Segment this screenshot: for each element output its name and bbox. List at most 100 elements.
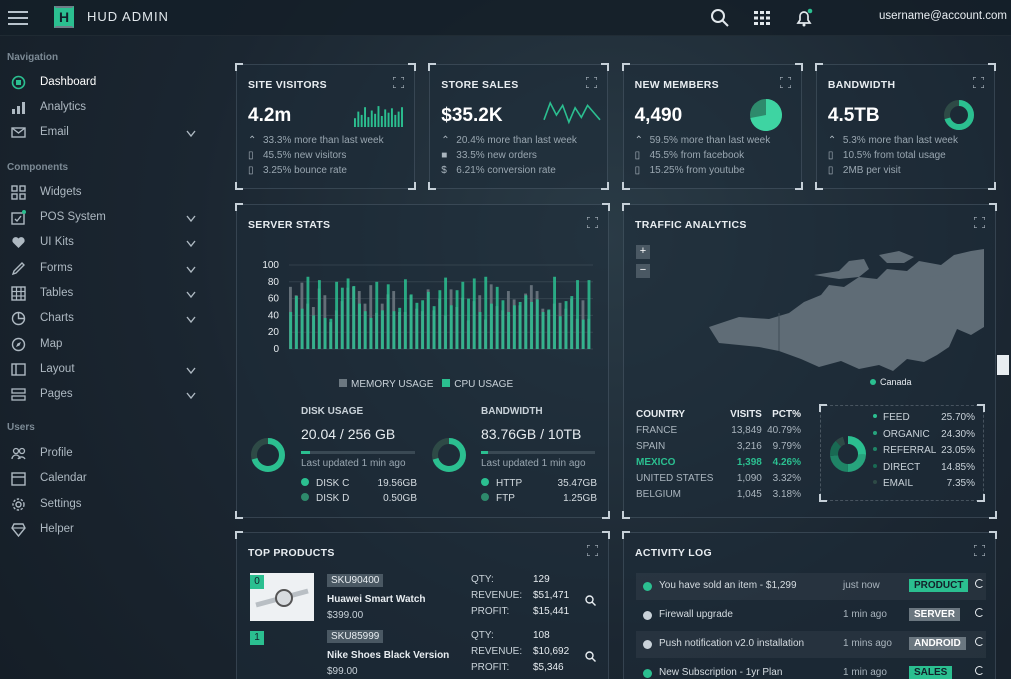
stat-detail: ⌃ 20.4% more than last week — [441, 135, 577, 146]
top-navbar: H HUD ADMIN username@account.com — [0, 0, 1011, 36]
usage-row: FTP 1.25GB — [481, 493, 597, 508]
zoom-out-button[interactable]: − — [636, 264, 650, 278]
cpu-bar — [535, 299, 539, 349]
cpu-bar — [587, 280, 591, 349]
sidebar-item-layout[interactable]: Layout — [0, 359, 215, 381]
expand-icon[interactable] — [974, 545, 985, 556]
usage-value: 0.50GB — [383, 493, 417, 504]
cpu-bar — [358, 303, 361, 349]
activity-row[interactable]: You have sold an item - $1,299 just now PR… — [636, 573, 986, 600]
sidebar-item-profile[interactable]: Profile — [0, 443, 215, 465]
dot-icon — [873, 463, 877, 468]
cpu-bar — [375, 281, 379, 349]
mini-bar — [364, 107, 366, 127]
apps-grid-icon[interactable] — [752, 8, 772, 28]
cpu-bar — [398, 307, 402, 349]
more-icon[interactable] — [975, 608, 984, 617]
expand-icon[interactable] — [779, 77, 791, 88]
user-account[interactable]: username@account.com — [879, 10, 1007, 22]
sidebar-item-forms[interactable]: Forms — [0, 258, 215, 280]
sidebar-item-dashboard[interactable]: Dashboard — [0, 72, 215, 94]
search-icon[interactable] — [710, 8, 730, 28]
cpu-bar — [295, 296, 298, 349]
envelope-icon — [11, 127, 26, 138]
product-name[interactable]: Huawei Smart Watch — [327, 594, 426, 605]
more-icon[interactable] — [975, 637, 984, 646]
sidebar-item-settings[interactable]: Settings — [0, 494, 215, 516]
search-icon[interactable] — [585, 595, 596, 606]
table-row[interactable]: UNITED STATES 1,090 3.32% — [636, 470, 801, 486]
cpu-bar — [530, 301, 534, 349]
dot-icon — [481, 478, 489, 486]
stat-detail-text: 15.25% from youtube — [649, 165, 745, 176]
cpu-bar — [426, 291, 430, 349]
sidebar: Navigation Dashboard Analytics Email Compone… — [0, 36, 215, 679]
cpu-bar — [432, 306, 436, 349]
sidebar-item-ui-kits[interactable]: UI Kits — [0, 232, 215, 254]
usage-value: 19.56GB — [377, 478, 417, 489]
sidebar-item-widgets[interactable]: Widgets — [0, 182, 215, 204]
disk-usage-progress — [301, 451, 415, 454]
side-panel-tab[interactable] — [997, 355, 1009, 375]
expand-icon[interactable] — [587, 217, 598, 228]
source-pct: 7.35% — [946, 478, 975, 489]
activity-text: New Subscription - 1yr Plan — [659, 667, 783, 678]
expand-icon[interactable] — [586, 77, 598, 88]
sidebar-item-label: Dashboard — [40, 76, 97, 88]
sidebar-item-charts[interactable]: Charts — [0, 308, 215, 330]
sidebar-item-pages[interactable]: Pages — [0, 384, 215, 406]
product-row[interactable]: 0 SKU90400 Huawei Smart Watch $399.00 QTY: 12… — [237, 573, 610, 629]
cpu-bar — [381, 310, 384, 349]
dot-icon — [873, 430, 877, 435]
table-row[interactable]: MEXICO 1,398 4.26% — [636, 454, 801, 470]
zoom-in-button[interactable]: + — [636, 245, 650, 259]
sidebar-item-pos-system[interactable]: POS System — [0, 207, 215, 229]
activity-tag-badge: SALES — [909, 666, 953, 679]
expand-icon[interactable] — [974, 217, 985, 228]
visits-cell: 1,398 — [736, 456, 762, 468]
stat-graphic — [749, 99, 782, 131]
bell-icon[interactable] — [794, 8, 814, 28]
source-pct: 23.05% — [941, 445, 975, 456]
stat-detail-text: 6.21% conversion rate — [456, 165, 556, 176]
expand-icon[interactable] — [972, 77, 984, 88]
stat-graphic — [943, 100, 974, 130]
y-tick-label: 0 — [273, 344, 279, 355]
more-icon[interactable] — [975, 579, 984, 588]
table-row[interactable]: BELGIUM 1,045 3.18% — [636, 486, 801, 502]
cpu-bar — [581, 319, 585, 349]
menu-toggle-icon[interactable] — [8, 11, 28, 25]
sidebar-item-label: Calendar — [40, 472, 87, 484]
more-icon[interactable] — [975, 666, 984, 675]
sidebar-item-tables[interactable]: Tables — [0, 283, 215, 305]
card-title: BANDWIDTH — [827, 79, 896, 91]
table-row[interactable]: FRANCE 13,849 40.79% — [636, 422, 801, 438]
sidebar-item-helper[interactable]: Helper — [0, 519, 215, 541]
search-icon[interactable] — [585, 651, 596, 662]
stat-graphic — [543, 101, 601, 125]
sidebar-item-map[interactable]: Map — [0, 334, 215, 356]
sidebar-item-calendar[interactable]: Calendar — [0, 468, 215, 490]
activity-text: You have sold an item - $1,299 — [659, 580, 797, 591]
product-name[interactable]: Nike Shoes Black Version — [327, 650, 449, 661]
chevron-down-icon — [186, 266, 196, 273]
country-cell: UNITED STATES — [636, 472, 714, 484]
source-label: FEED — [883, 412, 910, 423]
mini-bar — [394, 114, 397, 127]
cpu-bar — [415, 302, 419, 349]
cpu-bar — [317, 280, 321, 349]
stat-detail-icon: ■ — [441, 150, 448, 161]
sidebar-item-email[interactable]: Email — [0, 122, 215, 144]
world-map[interactable]: Canada — [709, 247, 984, 397]
product-row[interactable]: 1 SKU85999 Nike Shoes Black Version $99.00 Q… — [237, 629, 610, 679]
expand-icon[interactable] — [393, 77, 404, 88]
sidebar-item-analytics[interactable]: Analytics — [0, 97, 215, 119]
activity-row[interactable]: New Subscription - 1yr Plan 1 min ago SALE… — [636, 660, 986, 679]
activity-row[interactable]: Push notification v2.0 installation 1 min… — [636, 631, 986, 658]
expand-icon[interactable] — [587, 545, 598, 556]
metric-label: REVENUE: — [471, 590, 523, 601]
activity-row[interactable]: Firewall upgrade 1 min ago SERVER — [636, 602, 986, 629]
table-row[interactable]: SPAIN 3,216 9.79% — [636, 438, 801, 454]
cpu-bar — [438, 290, 442, 349]
metric-label: REVENUE: — [471, 646, 523, 657]
